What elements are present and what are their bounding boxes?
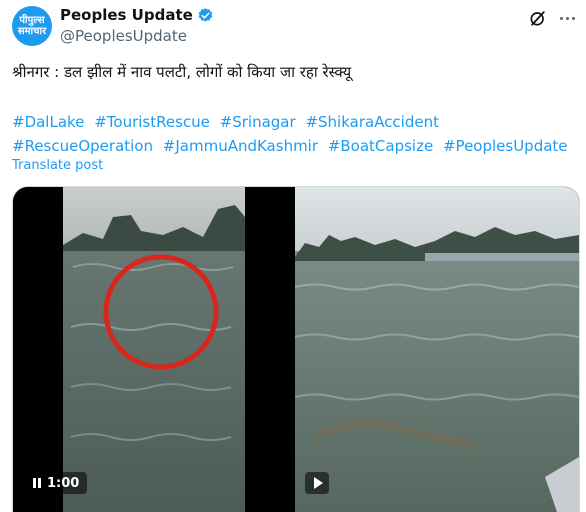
hashtag-link[interactable]: #JammuAndKashmir [163, 137, 318, 155]
post-text: श्रीनगर : डल झील में नाव पलटी, लोगों को … [12, 63, 352, 81]
pause-icon[interactable] [33, 478, 41, 488]
play-icon [313, 477, 323, 489]
avatar-text-line1: पीपुल्स [19, 15, 45, 26]
video-duration-control[interactable]: 1:00 [25, 472, 88, 494]
video-player-2[interactable] [295, 187, 579, 512]
media-grid: 1:00 [12, 186, 580, 512]
grok-icon[interactable] [528, 8, 548, 28]
avatar[interactable]: पीपुल्स समाचार [12, 6, 52, 46]
hashtag-link[interactable]: #ShikaraAccident [305, 113, 439, 131]
hashtag-link[interactable]: #Srinagar [220, 113, 296, 131]
hashtag-link[interactable]: #PeoplesUpdate [443, 137, 568, 155]
video-duration: 1:00 [47, 475, 80, 491]
author-handle[interactable]: @PeoplesUpdate [60, 27, 187, 45]
display-name[interactable]: Peoples Update [60, 6, 193, 24]
hashtags: #DalLake #TouristRescue #Srinagar #Shika… [12, 110, 578, 158]
video-player-1[interactable]: 1:00 [13, 187, 293, 512]
more-icon[interactable] [556, 8, 578, 28]
verified-badge-icon [198, 7, 213, 22]
video-frame-lake-shore [295, 187, 579, 512]
hashtag-link[interactable]: #DalLake [12, 113, 84, 131]
video-frame-lake-circle [63, 187, 245, 512]
author-name-row: Peoples Update [60, 6, 214, 24]
avatar-text-line2: समाचार [17, 26, 47, 37]
hashtag-link[interactable]: #TouristRescue [94, 113, 210, 131]
translate-post-link[interactable]: Translate post [12, 158, 103, 173]
hashtag-link[interactable]: #BoatCapsize [328, 137, 433, 155]
hashtag-link[interactable]: #RescueOperation [12, 137, 153, 155]
play-button[interactable] [305, 472, 329, 494]
